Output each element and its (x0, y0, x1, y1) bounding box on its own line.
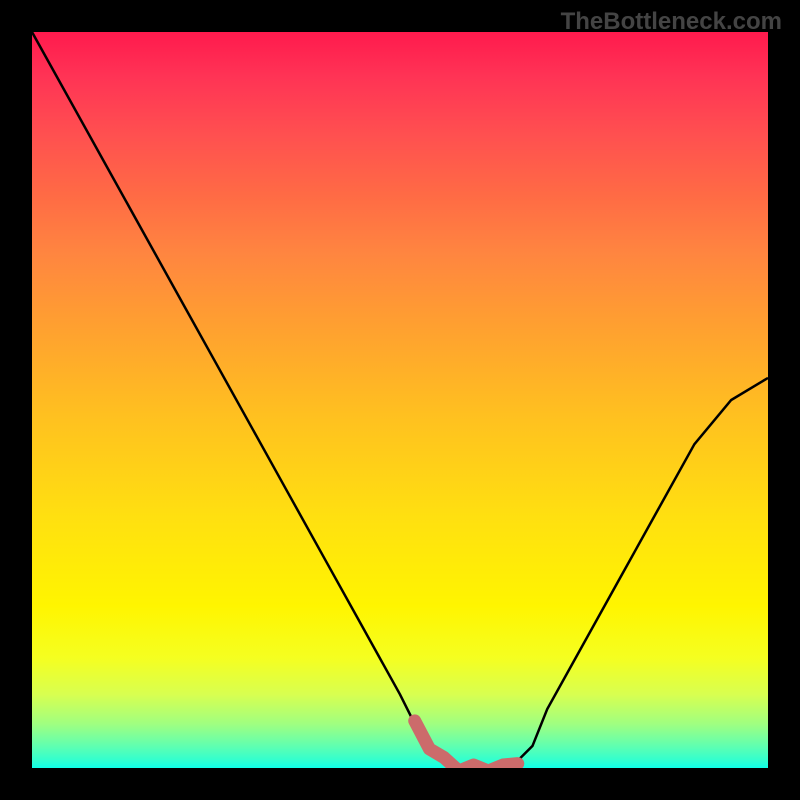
plot-area (32, 32, 768, 768)
chart-container: TheBottleneck.com (0, 0, 800, 800)
bottom-highlight-line (415, 721, 518, 768)
bottleneck-curve-line (32, 32, 768, 768)
curve-svg (32, 32, 768, 768)
watermark-text: TheBottleneck.com (561, 8, 782, 36)
